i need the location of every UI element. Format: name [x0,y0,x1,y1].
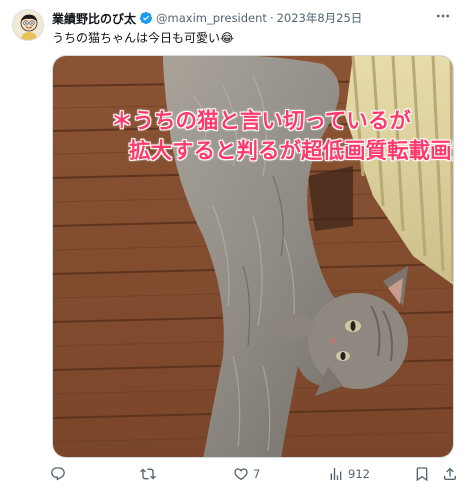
views-button[interactable]: 912 [328,462,370,486]
reply-icon [51,467,65,481]
verified-badge-icon [139,11,153,25]
bookmark-icon [416,467,428,482]
like-button[interactable]: 7 [233,462,260,486]
retweet-button[interactable] [140,462,160,486]
tweet-text: うちの猫ちゃんは今日も可愛い😂 [52,31,235,45]
views-count: 912 [348,467,370,481]
heart-icon [234,468,248,481]
tweet-header: 業績野比のび太 @maxim_president · 2023年8月25日 [52,9,427,27]
like-count: 7 [253,467,261,481]
avatar-image [13,10,43,40]
tweet[interactable]: 業績野比のび太 @maxim_president · 2023年8月25日 うち… [0,0,467,493]
author-name[interactable]: 業績野比のび太 [52,10,136,27]
more-options-icon[interactable] [433,8,453,24]
tweet-date[interactable]: 2023年8月25日 [277,10,363,26]
share-icon [444,467,456,480]
author-handle[interactable]: @maxim_president [156,11,267,25]
share-button[interactable] [442,462,458,486]
separator-dot: · [269,11,274,25]
overlay-caption-line1: ＊うちの猫と言い切っているが [111,109,411,134]
avatar[interactable] [12,9,44,41]
views-icon [330,468,342,480]
overlay-caption-line2: 拡大すると判るが超低画質転載画質 [129,139,454,164]
retweet-icon [140,468,156,480]
reply-button[interactable] [50,462,70,486]
action-bar: 7 912 [40,462,460,486]
bookmark-button[interactable] [414,462,430,486]
tweet-media-image[interactable]: ＊うちの猫と言い切っているが 拡大すると判るが超低画質転載画質 [52,55,454,458]
